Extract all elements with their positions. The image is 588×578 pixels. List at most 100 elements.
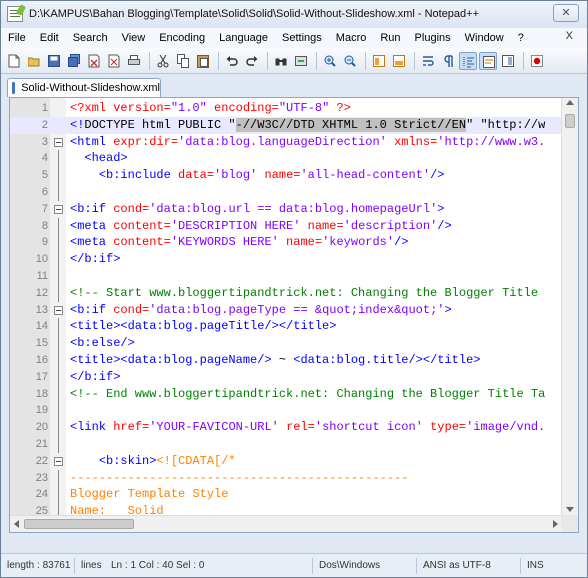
- code-line[interactable]: 10 </b:if>: [10, 251, 578, 268]
- code-line[interactable]: 13 <b:if cond='data:blog.pageType == &quo…: [10, 302, 578, 319]
- line-number: 2: [41, 118, 48, 131]
- code-line[interactable]: 7 <b:if cond='data:blog.url == data:blog.…: [10, 201, 578, 218]
- code-token: 'description': [343, 218, 438, 233]
- scroll-left-icon[interactable]: [14, 520, 19, 528]
- menu-window[interactable]: Window: [458, 28, 511, 48]
- fold-guide-line: [58, 335, 59, 352]
- menu-file[interactable]: File: [1, 28, 33, 48]
- replace-button[interactable]: [292, 52, 310, 70]
- code-line[interactable]: 23 --------------------------------------…: [10, 469, 578, 487]
- sync-vertical-button[interactable]: [370, 52, 388, 70]
- save-button[interactable]: [45, 52, 63, 70]
- fold-toggle-icon[interactable]: [54, 204, 63, 214]
- code-line[interactable]: 1 <?xml version="1.0" encoding="UTF-8" ?>: [10, 100, 578, 117]
- zoom-out-button[interactable]: [341, 52, 359, 70]
- menu-run[interactable]: Run: [373, 28, 407, 48]
- menu-language[interactable]: Language: [212, 28, 275, 48]
- record-macro-button[interactable]: [528, 52, 546, 70]
- code-token: content=: [113, 235, 171, 250]
- code-line[interactable]: 16 <title><data:blog.pageName/> ~ <data:b…: [10, 351, 578, 369]
- code-text: <b:else/>: [70, 335, 135, 352]
- code-line[interactable]: 12 <!-- Start www.bloggertipandtrick.net:…: [10, 284, 578, 302]
- menu-edit[interactable]: Edit: [33, 28, 66, 48]
- code-token: 'DESCRIPTION HERE': [170, 218, 308, 233]
- fold-toggle-icon[interactable]: [54, 137, 63, 147]
- code-token: 'image/vnd.: [466, 420, 546, 435]
- code-line[interactable]: 24 Blogger Template Style: [10, 486, 578, 504]
- undo-button[interactable]: [223, 52, 241, 70]
- word-wrap-button[interactable]: [419, 52, 437, 70]
- scroll-up-icon[interactable]: [566, 100, 574, 105]
- code-line[interactable]: 22 <b:skin><![CDATA[/*: [10, 453, 578, 470]
- menu-macro[interactable]: Macro: [329, 28, 374, 48]
- vertical-scroll-thumb[interactable]: [565, 114, 575, 128]
- new-file-button[interactable]: [5, 52, 23, 70]
- code-line[interactable]: 8 <meta content='DESCRIPTION HERE' name='…: [10, 217, 578, 235]
- code-line[interactable]: 19: [10, 402, 578, 420]
- copy-button[interactable]: [174, 52, 192, 70]
- horizontal-scroll-thumb[interactable]: [24, 519, 134, 529]
- window-close-button[interactable]: ✕: [553, 4, 579, 22]
- code-text: <title><data:blog.pageTitle/></title>: [70, 318, 336, 335]
- code-line[interactable]: 3 <html expr:dir='data:blog.languageDirec…: [10, 134, 578, 151]
- code-token: <meta: [70, 218, 114, 233]
- fold-toggle-icon[interactable]: [54, 456, 63, 466]
- code-line[interactable]: 9 <meta content='KEYWORDS HERE' name='key…: [10, 234, 578, 252]
- tab-solid-without-slideshow[interactable]: Solid-Without-Slideshow.xml: [7, 78, 161, 97]
- code-line[interactable]: 15 <b:else/>: [10, 335, 578, 352]
- toolbar-separator: [149, 51, 150, 70]
- show-all-chars-button[interactable]: [439, 52, 457, 70]
- menu-help[interactable]: ?: [511, 28, 531, 48]
- line-number: 12: [35, 286, 48, 299]
- code-line[interactable]: 4 <head>: [10, 150, 578, 168]
- code-line[interactable]: 17 </b:if>: [10, 368, 578, 386]
- horizontal-scrollbar[interactable]: [10, 515, 562, 532]
- menu-view[interactable]: View: [115, 28, 153, 48]
- cut-button[interactable]: [154, 52, 172, 70]
- code-line[interactable]: 2 <!DOCTYPE html PUBLIC "-//W3C//DTD XHTM…: [10, 116, 578, 134]
- sync-horizontal-button[interactable]: [390, 52, 408, 70]
- find-button[interactable]: [272, 52, 290, 70]
- fold-toggle-icon[interactable]: [54, 305, 63, 315]
- menu-plugins[interactable]: Plugins: [408, 28, 458, 48]
- close-all-button[interactable]: [105, 52, 123, 70]
- code-line[interactable]: 6: [10, 183, 578, 201]
- indent-guide-button[interactable]: [459, 51, 477, 70]
- menu-encoding[interactable]: Encoding: [152, 28, 212, 48]
- save-all-button[interactable]: [65, 52, 83, 70]
- menu-settings[interactable]: Settings: [275, 28, 329, 48]
- code-text: <title><data:blog.pageName/> ~ <data:blo…: [70, 352, 480, 369]
- document-close-button[interactable]: X: [566, 30, 573, 42]
- code-line[interactable]: 18 <!-- End www.bloggertipandtrick.net: C…: [10, 385, 578, 403]
- zoom-in-button[interactable]: [321, 52, 339, 70]
- code-line[interactable]: 21: [10, 435, 578, 453]
- paste-button[interactable]: [194, 52, 212, 70]
- print-button[interactable]: [125, 52, 143, 70]
- menu-search[interactable]: Search: [66, 28, 115, 48]
- menu-bar: File Edit Search View Encoding Language …: [1, 28, 587, 48]
- scroll-down-icon[interactable]: [566, 507, 574, 512]
- code-line[interactable]: 11: [10, 267, 578, 285]
- code-line[interactable]: 5 <b:include data='blog' name='all-head-…: [10, 167, 578, 184]
- scroll-right-icon[interactable]: [553, 520, 558, 528]
- code-token: <b:else/>: [70, 336, 135, 351]
- code-token: type=: [430, 420, 467, 435]
- code-token: 'KEYWORDS HERE': [170, 235, 287, 250]
- code-token: <html: [70, 134, 114, 149]
- code-line[interactable]: 14 <title><data:blog.pageTitle/></title>: [10, 318, 578, 336]
- sync-horizontal-icon: [393, 54, 405, 67]
- doc-map-button[interactable]: [499, 52, 517, 70]
- open-file-button[interactable]: [25, 52, 43, 70]
- code-text: <?xml version="1.0" encoding="UTF-8" ?>: [70, 100, 351, 117]
- close-file-button[interactable]: [85, 52, 103, 70]
- replace-icon: [295, 55, 307, 66]
- user-language-button[interactable]: [479, 51, 497, 70]
- code-line[interactable]: 20 <link href='YOUR-FAVICON-URL' rel='sho…: [10, 419, 578, 436]
- code-token: >: [437, 201, 445, 216]
- vertical-scrollbar[interactable]: [561, 98, 578, 516]
- editor-pane[interactable]: 1 <?xml version="1.0" encoding="UTF-8" ?>…: [9, 97, 579, 533]
- redo-button[interactable]: [243, 52, 261, 70]
- line-number: 11: [36, 269, 48, 282]
- code-token: <b:include: [98, 168, 179, 183]
- title-bar: D:\KAMPUS\Bahan Blogging\Template\Solid\…: [1, 1, 587, 27]
